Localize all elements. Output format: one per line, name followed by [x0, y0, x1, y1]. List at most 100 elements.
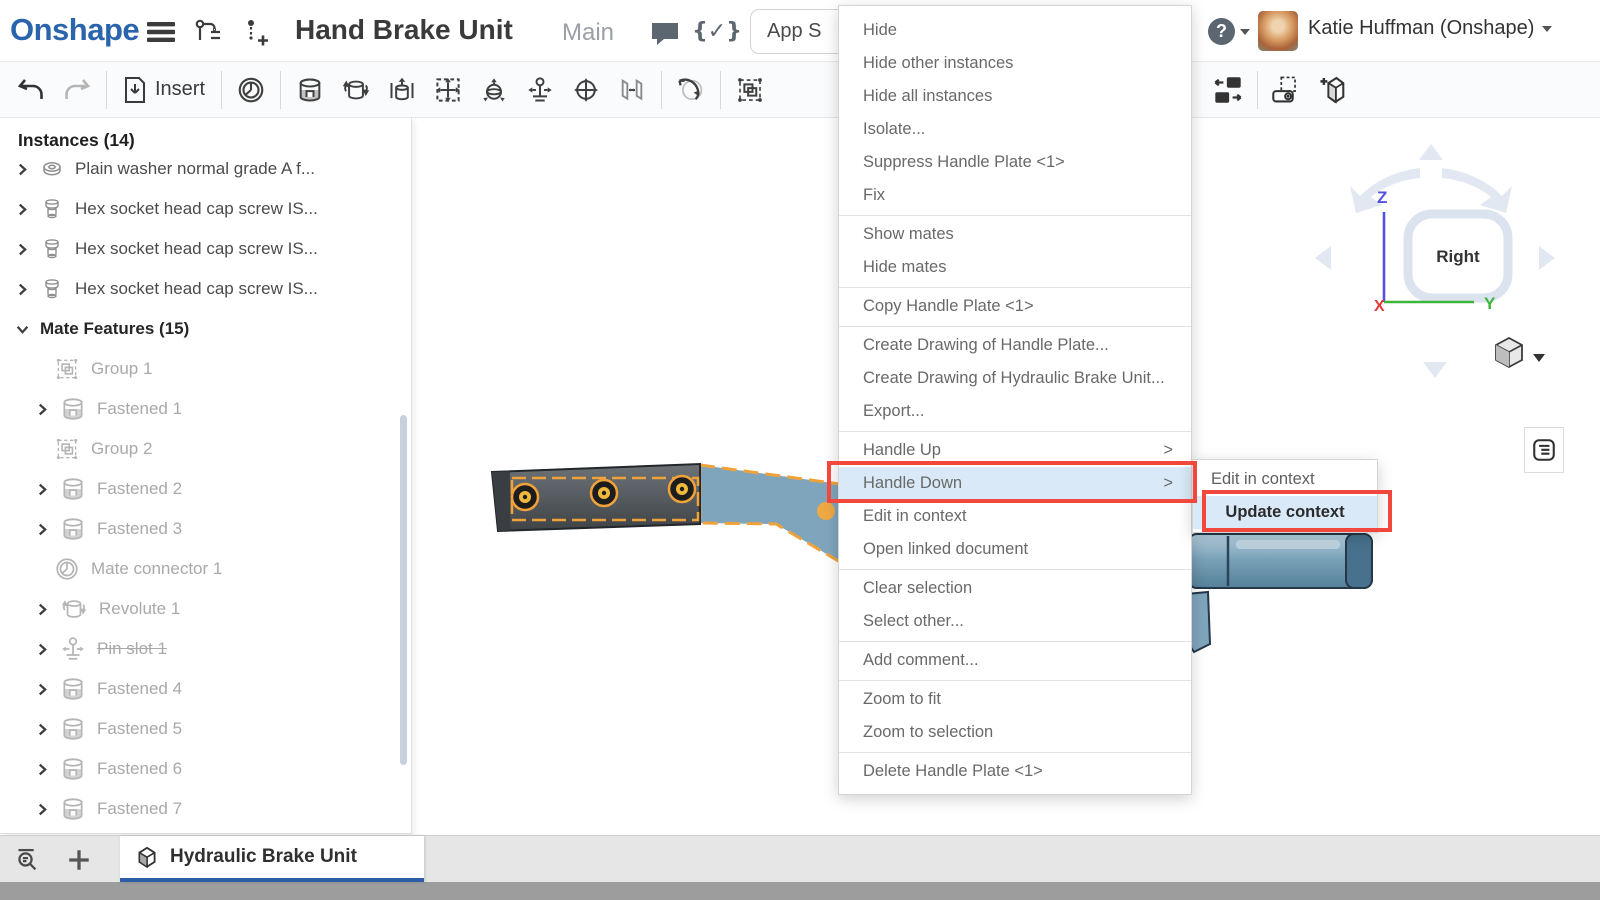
- menu-item-isolate[interactable]: Isolate...: [839, 113, 1191, 146]
- mate-row-fastened-3[interactable]: Fastened 3: [0, 509, 411, 549]
- chevron-right-icon[interactable]: [16, 203, 29, 216]
- mate-features-header[interactable]: Mate Features (15): [0, 309, 411, 349]
- view-cube[interactable]: Right Z Y X: [1315, 144, 1555, 378]
- menu-item-clear-selection[interactable]: Clear selection: [839, 572, 1191, 605]
- grip-screw-2[interactable]: [591, 480, 617, 506]
- user-menu[interactable]: Katie Huffman (Onshape): [1308, 17, 1552, 40]
- submenu-arrow: >: [1163, 467, 1173, 500]
- master-cylinder-part[interactable]: [1186, 534, 1372, 652]
- mate-row-fastened-1[interactable]: Fastened 1: [0, 389, 411, 429]
- search-tabs-button[interactable]: [12, 844, 46, 876]
- parallel-mate-button[interactable]: [609, 67, 655, 113]
- slider-mate-button[interactable]: [379, 67, 425, 113]
- chevron-down-icon[interactable]: [16, 323, 29, 336]
- menu-item-hide-all-instances[interactable]: Hide all instances: [839, 80, 1191, 113]
- mate-row-fastened-4[interactable]: Fastened 4: [0, 669, 411, 709]
- exploded-view-button[interactable]: [1205, 67, 1251, 113]
- onshape-logo[interactable]: Onshape: [10, 12, 139, 48]
- menu-item-delete[interactable]: Delete Handle Plate <1>: [839, 755, 1191, 788]
- menu-item-create-drawing-hydraulic-brake-unit[interactable]: Create Drawing of Hydraulic Brake Unit..…: [839, 362, 1191, 395]
- mate-row-fastened-7[interactable]: Fastened 7: [0, 789, 411, 829]
- pin-slot-mate-button[interactable]: [517, 67, 563, 113]
- ball-mate-button[interactable]: [471, 67, 517, 113]
- insert-version-button[interactable]: [240, 18, 274, 46]
- mate-row-fastened-5[interactable]: Fastened 5: [0, 709, 411, 749]
- view-options-caret[interactable]: [1533, 354, 1545, 362]
- featurescript-button[interactable]: {✓}: [700, 17, 734, 45]
- menu-item-hide[interactable]: Hide: [839, 14, 1191, 47]
- planar-mate-button[interactable]: [425, 67, 471, 113]
- menu-item-suppress[interactable]: Suppress Handle Plate <1>: [839, 146, 1191, 179]
- menu-item-hide-other-instances[interactable]: Hide other instances: [839, 47, 1191, 80]
- menu-item-handle-down[interactable]: Handle Down >: [839, 467, 1191, 500]
- handle-plate-part[interactable]: [700, 465, 840, 562]
- chevron-right-icon[interactable]: [16, 163, 29, 176]
- menu-item-handle-up[interactable]: Handle Up >: [839, 434, 1191, 467]
- menu-item-copy[interactable]: Copy Handle Plate <1>: [839, 290, 1191, 323]
- instance-row-washer[interactable]: Plain washer normal grade A f...: [0, 158, 411, 189]
- section-view-button[interactable]: [1310, 67, 1356, 113]
- menu-item-zoom-to-fit[interactable]: Zoom to fit: [839, 683, 1191, 716]
- help-menu-button[interactable]: ?: [1208, 18, 1250, 45]
- toolbar-divider: [661, 71, 662, 109]
- mate-row-fastened-2[interactable]: Fastened 2: [0, 469, 411, 509]
- chevron-right-icon[interactable]: [16, 283, 29, 296]
- screw-icon: [40, 197, 64, 221]
- menu-item-export[interactable]: Export...: [839, 395, 1191, 428]
- isometric-cube-icon[interactable]: [1496, 338, 1522, 367]
- mate-row-mate-connector-1[interactable]: Mate connector 1: [0, 549, 411, 589]
- comments-button[interactable]: [648, 20, 682, 48]
- undo-button[interactable]: [8, 67, 54, 113]
- menu-item-add-comment[interactable]: Add comment...: [839, 644, 1191, 677]
- chevron-right-icon[interactable]: [36, 483, 49, 496]
- chevron-right-icon[interactable]: [36, 403, 49, 416]
- snap-mode-button[interactable]: [668, 67, 714, 113]
- feature-list-button[interactable]: [1524, 427, 1564, 473]
- fastened-mate-button[interactable]: [287, 67, 333, 113]
- chevron-right-icon[interactable]: [16, 243, 29, 256]
- submenu-item-update-context[interactable]: Update context: [1193, 496, 1377, 529]
- mate-row-pin-slot-1[interactable]: Pin slot 1: [0, 629, 411, 669]
- instance-row-screw-1[interactable]: Hex socket head cap screw IS...: [0, 189, 411, 229]
- menu-item-show-mates[interactable]: Show mates: [839, 218, 1191, 251]
- chevron-right-icon[interactable]: [36, 803, 49, 816]
- chevron-right-icon[interactable]: [36, 763, 49, 776]
- tab-hydraulic-brake-unit[interactable]: Hydraulic Brake Unit: [120, 836, 424, 882]
- menu-item-fix[interactable]: Fix: [839, 179, 1191, 212]
- instance-row-screw-2[interactable]: Hex socket head cap screw IS...: [0, 229, 411, 269]
- revolute-mate-button[interactable]: [333, 67, 379, 113]
- user-avatar[interactable]: [1258, 11, 1298, 51]
- grip-screw-1[interactable]: [512, 484, 538, 510]
- new-tab-button[interactable]: [62, 844, 96, 876]
- menu-item-open-linked-document[interactable]: Open linked document: [839, 533, 1191, 566]
- mate-row-fastened-6[interactable]: Fastened 6: [0, 749, 411, 789]
- mate-row-group-2[interactable]: Group 2: [0, 429, 411, 469]
- handle-grip-part[interactable]: [492, 464, 700, 531]
- insert-button[interactable]: Insert: [113, 67, 215, 113]
- menu-item-create-drawing-handle-plate[interactable]: Create Drawing of Handle Plate...: [839, 329, 1191, 362]
- main-menu-button[interactable]: [144, 18, 178, 46]
- mate-row-revolute-1[interactable]: Revolute 1: [0, 589, 411, 629]
- chevron-right-icon[interactable]: [36, 523, 49, 536]
- view-face-label[interactable]: Right: [1436, 247, 1480, 266]
- chevron-right-icon[interactable]: [36, 643, 49, 656]
- panel-scrollbar[interactable]: [400, 415, 407, 765]
- chevron-right-icon[interactable]: [36, 603, 49, 616]
- mate-row-group-1[interactable]: Group 1: [0, 349, 411, 389]
- named-views-button[interactable]: [1264, 67, 1310, 113]
- versions-history-button[interactable]: [192, 18, 226, 46]
- menu-item-select-other[interactable]: Select other...: [839, 605, 1191, 638]
- mate-connector-button[interactable]: [228, 67, 274, 113]
- menu-item-edit-in-context[interactable]: Edit in context: [839, 500, 1191, 533]
- instance-row-screw-3[interactable]: Hex socket head cap screw IS...: [0, 269, 411, 309]
- menu-item-hide-mates[interactable]: Hide mates: [839, 251, 1191, 284]
- fastened-mate-icon: [296, 76, 324, 104]
- chevron-right-icon[interactable]: [36, 723, 49, 736]
- redo-button[interactable]: [54, 67, 100, 113]
- cylindrical-mate-button[interactable]: [563, 67, 609, 113]
- grip-screw-3[interactable]: [669, 476, 695, 502]
- submenu-item-edit-in-context[interactable]: Edit in context: [1193, 463, 1377, 496]
- chevron-right-icon[interactable]: [36, 683, 49, 696]
- group-button[interactable]: [727, 67, 773, 113]
- menu-item-zoom-to-selection[interactable]: Zoom to selection: [839, 716, 1191, 749]
